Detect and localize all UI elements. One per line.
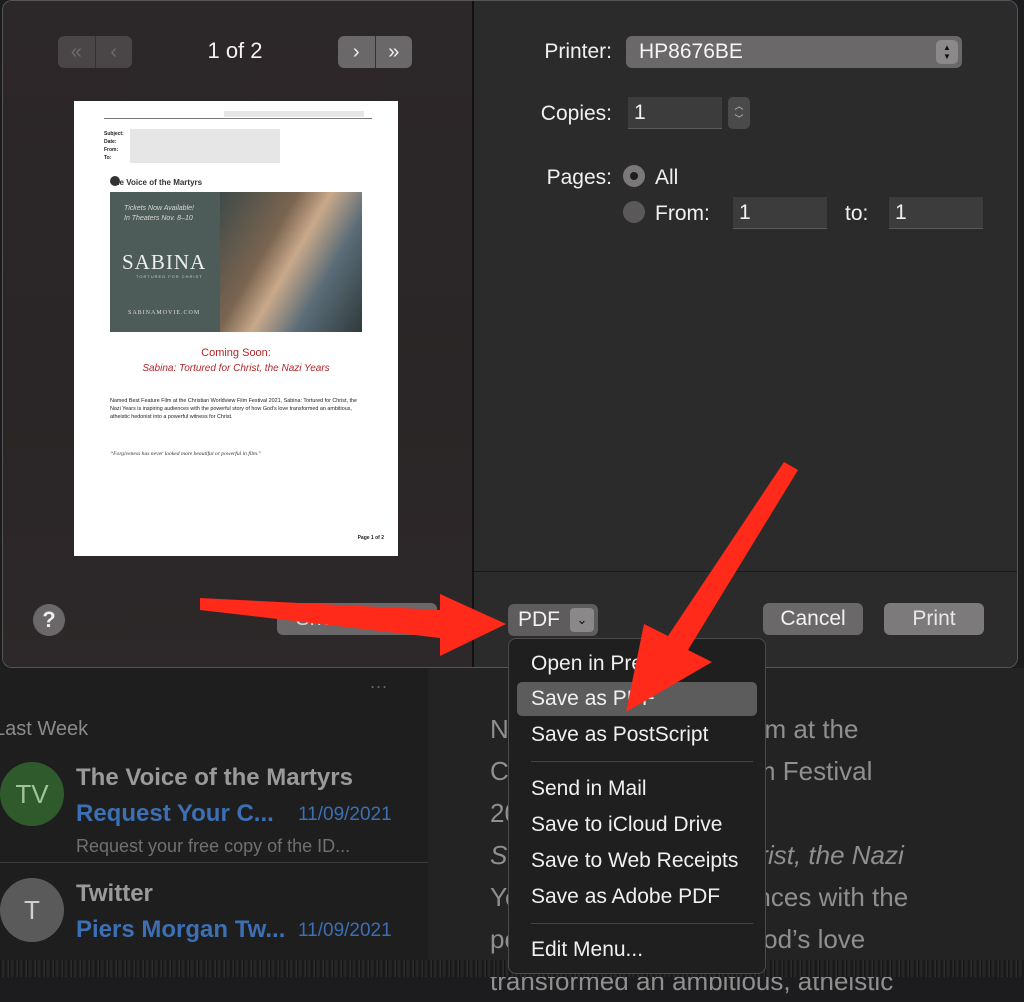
menu-item-open-in-preview[interactable]: Open in Preview — [517, 647, 757, 681]
chevron-double-left-icon: « — [70, 40, 82, 63]
menu-item-save-to-web-receipts[interactable]: Save to Web Receipts — [517, 844, 757, 878]
pages-to-label: to: — [845, 202, 869, 225]
pages-to-field[interactable]: 1 — [889, 197, 983, 229]
menu-item-save-as-postscript[interactable]: Save as PostScript — [517, 718, 757, 752]
print-button[interactable]: Print — [884, 603, 984, 635]
copies-stepper[interactable]: ︿ ﹀ — [728, 97, 750, 129]
menu-separator — [531, 761, 753, 762]
row-divider — [0, 862, 428, 863]
menu-separator — [531, 923, 753, 924]
message-subject: Piers Morgan Tw... — [76, 916, 286, 943]
message-sender: The Voice of the Martyrs — [76, 764, 353, 791]
help-button[interactable]: ? — [33, 604, 65, 636]
message-row[interactable]: TV The Voice of the Martyrs Request Your… — [0, 752, 428, 862]
printer-value: HP8676BE — [639, 40, 743, 63]
avatar: TV — [0, 762, 64, 826]
header-field-label: Date: — [104, 139, 117, 145]
header-field-label: Subject: — [104, 131, 124, 137]
header-field-label: From: — [104, 147, 119, 153]
page-preview: Subject: Date: From: To: the Voice of th… — [74, 101, 398, 556]
menu-item-save-to-icloud[interactable]: Save to iCloud Drive — [517, 808, 757, 842]
message-preview: Request your free copy of the ID... — [76, 836, 351, 856]
pdf-label: PDF — [518, 608, 560, 631]
printer-label: Printer: — [544, 40, 612, 63]
menu-item-send-in-mail[interactable]: Send in Mail — [517, 772, 757, 806]
menu-item-save-as-pdf[interactable]: Save as PDF — [517, 682, 757, 716]
message-date: 11/09/2021 — [298, 804, 392, 825]
pdf-menu-button[interactable]: PDF ⌄ — [508, 604, 598, 636]
select-arrows-icon: ▲ ▼ — [936, 40, 958, 64]
avatar: T — [0, 878, 64, 942]
pages-all-radio[interactable] — [623, 165, 645, 187]
printer-select[interactable]: HP8676BE ▲ ▼ — [626, 36, 962, 68]
prev-page-controls: « ‹ — [58, 36, 132, 68]
menu-item-edit-menu[interactable]: Edit Menu... — [517, 933, 757, 967]
settings-divider — [474, 571, 1017, 572]
banner-subtitle: TORTURED FOR CHRIST — [136, 274, 203, 279]
pages-range-radio[interactable] — [623, 201, 645, 223]
cancel-button[interactable]: Cancel — [763, 603, 863, 635]
message-date: 11/09/2021 — [298, 920, 392, 941]
header-rule — [104, 118, 372, 119]
coming-soon-label: Coming Soon: — [201, 347, 271, 359]
pdf-menu: Open in Preview Save as PDF Save as Post… — [508, 638, 766, 974]
pages-all-label: All — [655, 166, 679, 189]
movie-banner: Tickets Now Available! In Theaters Nov. … — [110, 192, 362, 332]
preview-body-text: Named Best Feature Film at the Christian… — [110, 398, 357, 420]
more-icon[interactable]: ... — [370, 672, 388, 693]
banner-photo — [220, 192, 362, 332]
coming-soon-title: Sabina: Tortured for Christ, the Nazi Ye… — [142, 363, 330, 374]
chevron-down-icon: ﹀ — [734, 114, 744, 124]
pages-from-label: From: — [655, 202, 710, 225]
chevron-up-icon: ︿ — [734, 101, 744, 111]
preview-quote: “Forgiveness has never looked more beaut… — [110, 451, 262, 457]
message-subject: Request Your C... — [76, 800, 274, 827]
message-sender: Twitter — [76, 880, 153, 907]
pages-from-field[interactable]: 1 — [733, 197, 827, 229]
banner-tickets: Tickets Now Available! — [124, 205, 194, 212]
preview-page-footer: Page 1 of 2 — [357, 535, 384, 541]
redacted-block — [130, 129, 280, 163]
copies-field[interactable]: 1 — [628, 97, 722, 129]
next-page-button[interactable]: › — [338, 36, 375, 68]
chevron-left-icon: ‹ — [110, 40, 118, 63]
show-details-button[interactable]: Show Details — [277, 603, 437, 635]
banner-url: SABINAMOVIE.COM — [128, 310, 201, 316]
banner-tagline: Tickets Now Available! In Theaters Nov. … — [124, 204, 194, 224]
page-counter: 1 of 2 — [207, 38, 263, 63]
header-field-label: To: — [104, 155, 112, 161]
banner-title: SABINA — [122, 250, 207, 274]
copies-label: Copies: — [540, 102, 612, 125]
redacted-block — [224, 111, 364, 117]
pages-label: Pages: — [546, 166, 612, 189]
section-header: Last Week — [0, 718, 89, 740]
last-page-button[interactable]: » — [376, 36, 413, 68]
menu-item-save-as-adobe-pdf[interactable]: Save as Adobe PDF — [517, 880, 757, 914]
chevron-double-right-icon: » — [388, 40, 400, 63]
prev-page-button[interactable]: ‹ — [96, 36, 133, 68]
logo-text: the Voice of the Martyrs — [112, 178, 203, 187]
chevron-right-icon: › — [352, 40, 360, 63]
first-page-button[interactable]: « — [58, 36, 95, 68]
chevron-down-icon: ⌄ — [570, 608, 594, 632]
next-page-controls: › » — [338, 36, 412, 68]
banner-theaters: In Theaters Nov. 8–10 — [124, 215, 193, 222]
